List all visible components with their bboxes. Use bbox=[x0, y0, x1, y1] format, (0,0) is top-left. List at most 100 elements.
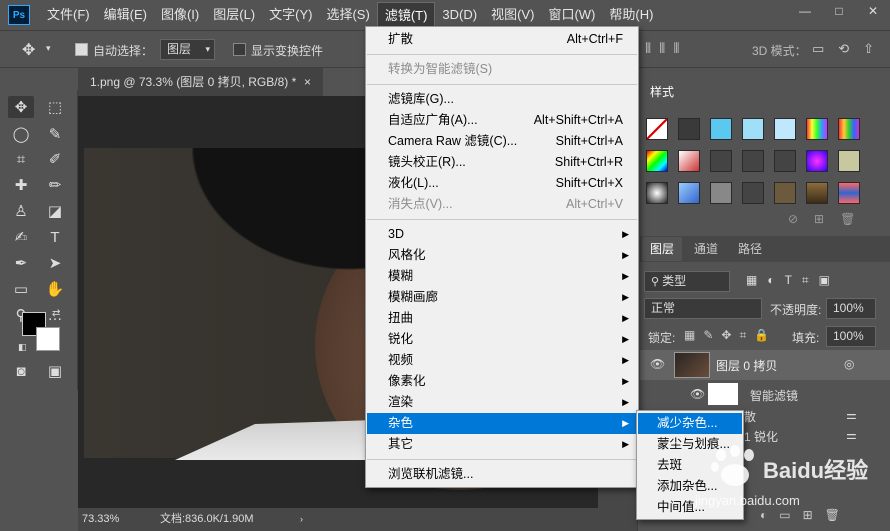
blend-mode-dropdown[interactable]: 正常 bbox=[644, 298, 762, 319]
auto-select-dropdown[interactable]: 图层 ▾ bbox=[160, 39, 215, 60]
style-swatch[interactable] bbox=[710, 150, 732, 172]
filter-menu-item[interactable]: 扩散 Alt+Ctrl+F bbox=[367, 29, 637, 50]
screen-mode-icon[interactable]: ▣ bbox=[42, 360, 68, 382]
style-swatch[interactable] bbox=[710, 182, 732, 204]
style-swatch[interactable] bbox=[742, 182, 764, 204]
filter-menu-item[interactable]: 渲染 ▶ bbox=[367, 392, 637, 413]
show-transform-checkbox[interactable] bbox=[233, 43, 246, 56]
layer-filter-icons[interactable]: ▦◐T⌗▣ bbox=[746, 273, 840, 288]
filter-menu-item[interactable]: 液化(L)... Shift+Ctrl+X bbox=[367, 173, 637, 194]
menu-0[interactable]: 文件(F) bbox=[40, 0, 97, 30]
pen-tool-icon[interactable]: ✒ bbox=[8, 252, 34, 274]
move-tool-icon[interactable]: ✥ bbox=[8, 96, 34, 118]
style-swatch[interactable] bbox=[678, 118, 700, 140]
eraser-tool-icon[interactable]: ◪ bbox=[42, 200, 68, 222]
type-tool-icon[interactable]: T bbox=[42, 226, 68, 248]
swap-colors-icon[interactable]: ⇄ bbox=[52, 308, 60, 319]
quick-select-tool-icon[interactable]: ✎ bbox=[42, 123, 68, 145]
style-swatch[interactable] bbox=[678, 150, 700, 172]
style-swatch[interactable] bbox=[838, 182, 860, 204]
hand-tool-icon[interactable]: ✋ bbox=[42, 278, 68, 300]
auto-select-checkbox[interactable] bbox=[75, 43, 88, 56]
style-swatch[interactable] bbox=[806, 182, 828, 204]
filter-menu-item[interactable]: 扭曲 ▶ bbox=[367, 308, 637, 329]
quick-mask-icon[interactable]: ◙ bbox=[8, 360, 34, 382]
layer-name[interactable]: 图层 0 拷贝 bbox=[716, 357, 777, 374]
style-swatch[interactable] bbox=[742, 118, 764, 140]
filter-menu-item[interactable]: 镜头校正(R)... Shift+Ctrl+R bbox=[367, 152, 637, 173]
distribute-icons[interactable]: ⦀⦀⦀ bbox=[645, 40, 687, 57]
zoom-level[interactable]: 73.33% bbox=[82, 508, 119, 531]
opacity-field[interactable]: 100% bbox=[826, 298, 876, 319]
filter-menu-item[interactable]: 风格化 ▶ bbox=[367, 245, 637, 266]
maximize-button[interactable]: □ bbox=[822, 0, 856, 22]
history-brush-icon[interactable]: ✍ bbox=[8, 226, 34, 248]
style-swatch[interactable] bbox=[774, 118, 796, 140]
tab-layers[interactable]: 图层 bbox=[642, 237, 683, 261]
filter-menu-item[interactable]: 像素化 ▶ bbox=[367, 371, 637, 392]
style-swatch[interactable] bbox=[646, 182, 668, 204]
fill-field[interactable]: 100% bbox=[826, 326, 876, 347]
menu-4[interactable]: 文字(Y) bbox=[262, 0, 319, 30]
filter-options-icon[interactable]: ⚌ bbox=[846, 408, 857, 422]
filter-menu-item[interactable]: 3D ▶ bbox=[367, 224, 637, 245]
document-tab[interactable]: 1.png @ 73.3% (图层 0 拷贝, RGB/8) * × bbox=[78, 68, 323, 96]
fill-value: 100% bbox=[833, 329, 864, 343]
tab-channels[interactable]: 通道 bbox=[686, 237, 726, 261]
noise-submenu-item[interactable]: 减少杂色... bbox=[638, 413, 742, 434]
style-swatch[interactable] bbox=[838, 150, 860, 172]
tab-styles[interactable]: 样式 bbox=[642, 80, 683, 104]
lasso-tool-icon[interactable]: ◯ bbox=[8, 123, 34, 145]
style-swatch[interactable] bbox=[710, 118, 732, 140]
menu-3[interactable]: 图层(L) bbox=[206, 0, 262, 30]
style-swatch[interactable] bbox=[774, 182, 796, 204]
move-tool-icon[interactable]: ✥ bbox=[22, 40, 35, 60]
styles-footer-icons[interactable]: ⊘⊞🗑 bbox=[788, 212, 871, 226]
crop-tool-icon[interactable]: ⌗ bbox=[8, 148, 34, 170]
filter-menu-item[interactable]: 锐化 ▶ bbox=[367, 329, 637, 350]
tab-paths[interactable]: 路径 bbox=[730, 237, 770, 261]
background-color-swatch[interactable] bbox=[36, 327, 60, 351]
chevron-right-icon[interactable]: › bbox=[300, 508, 303, 531]
submenu-arrow-icon: ▶ bbox=[622, 313, 629, 323]
filter-menu-item[interactable]: 其它 ▶ bbox=[367, 434, 637, 455]
layer-filter-dropdown[interactable]: ⚲ 类型 bbox=[644, 271, 730, 292]
default-colors-icon[interactable]: ◧ bbox=[18, 342, 27, 353]
marquee-tool-icon[interactable]: ⬚ bbox=[42, 96, 68, 118]
lock-icons[interactable]: ▦✎✥⌗🔒 bbox=[684, 328, 777, 343]
close-button[interactable]: ✕ bbox=[856, 0, 890, 22]
eye-icon[interactable]: 👁 bbox=[650, 357, 665, 371]
3d-mode-icons[interactable]: ▭⟲⇧ bbox=[812, 41, 888, 57]
chevron-down-icon[interactable]: ▾ bbox=[46, 43, 51, 54]
style-swatch[interactable] bbox=[742, 150, 764, 172]
filter-menu-item[interactable]: 视频 ▶ bbox=[367, 350, 637, 371]
filter-menu-item[interactable]: 模糊画廊 ▶ bbox=[367, 287, 637, 308]
layer-row[interactable]: 👁 图层 0 拷贝 ◎ bbox=[640, 350, 890, 380]
eyedropper-tool-icon[interactable]: ✐ bbox=[42, 148, 68, 170]
filter-menu-item[interactable]: 滤镜库(G)... bbox=[367, 89, 637, 110]
clone-stamp-icon[interactable]: ♙ bbox=[8, 200, 34, 222]
rectangle-tool-icon[interactable]: ▭ bbox=[8, 278, 34, 300]
eye-icon[interactable]: 👁 bbox=[690, 387, 705, 401]
filter-options-icon[interactable]: ⚌ bbox=[846, 428, 857, 442]
healing-brush-icon[interactable]: ✚ bbox=[8, 174, 34, 196]
filter-menu-item[interactable]: 自适应广角(A)... Alt+Shift+Ctrl+A bbox=[367, 110, 637, 131]
filter-menu-item[interactable]: 杂色 ▶ bbox=[367, 413, 637, 434]
style-swatch[interactable] bbox=[646, 150, 668, 172]
style-swatch[interactable] bbox=[774, 150, 796, 172]
brush-tool-icon[interactable]: ✏ bbox=[42, 174, 68, 196]
tab-close-icon[interactable]: × bbox=[304, 68, 311, 96]
style-swatch[interactable] bbox=[806, 118, 828, 140]
filter-menu-item[interactable]: 模糊 ▶ bbox=[367, 266, 637, 287]
filter-menu-item[interactable]: Camera Raw 滤镜(C)... Shift+Ctrl+A bbox=[367, 131, 637, 152]
minimize-button[interactable]: — bbox=[788, 0, 822, 22]
path-select-icon[interactable]: ➤ bbox=[42, 252, 68, 274]
style-swatch[interactable] bbox=[678, 182, 700, 204]
filter-menu-item[interactable]: 浏览联机滤镜... bbox=[367, 464, 637, 485]
menu-1[interactable]: 编辑(E) bbox=[97, 0, 154, 30]
menu-2[interactable]: 图像(I) bbox=[154, 0, 206, 30]
style-swatch[interactable] bbox=[838, 118, 860, 140]
style-swatch[interactable] bbox=[806, 150, 828, 172]
style-swatch[interactable] bbox=[646, 118, 668, 140]
layers-footer-icons[interactable]: ◐▭⊞🗑 bbox=[760, 508, 852, 522]
